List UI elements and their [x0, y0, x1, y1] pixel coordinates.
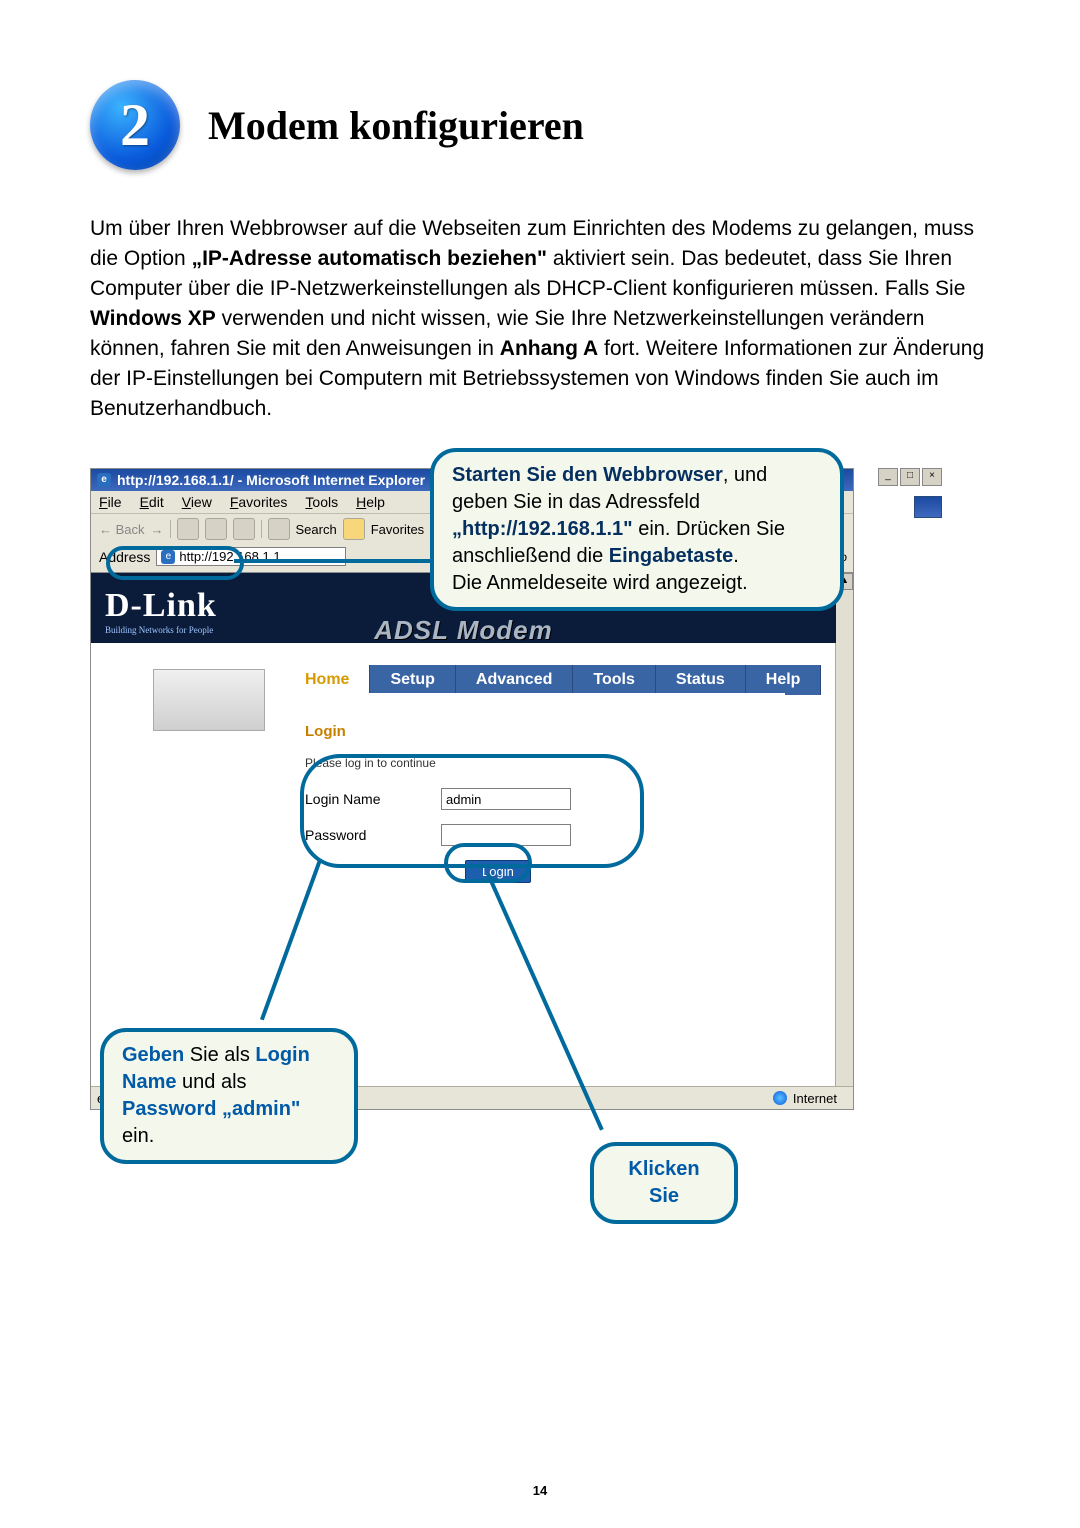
close-icon: × — [922, 468, 942, 486]
tab-strip: Home Setup Advanced Tools Status Help — [285, 665, 821, 695]
page-number: 14 — [0, 1483, 1080, 1498]
login-heading: Login — [305, 723, 765, 740]
tab-home[interactable]: Home — [285, 665, 370, 695]
login-subtext: Please log in to continue — [305, 756, 765, 770]
modem-title: ADSL Modem — [91, 615, 836, 646]
address-label: Address — [99, 549, 150, 565]
tab-advanced[interactable]: Advanced — [456, 665, 573, 695]
tab-help[interactable]: Help — [746, 665, 822, 695]
login-name-label: Login Name — [305, 791, 415, 807]
minimize-icon: _ — [878, 468, 898, 486]
callout-start-browser: Starten Sie den Webbrowser, und geben Si… — [430, 448, 844, 611]
ie-icon: e — [97, 473, 111, 487]
product-image — [153, 669, 265, 731]
menu-view[interactable]: View — [182, 494, 212, 510]
forward-button[interactable]: → — [151, 522, 164, 537]
refresh-icon[interactable] — [205, 518, 227, 540]
login-name-input[interactable] — [441, 788, 571, 810]
browser-title: http://192.168.1.1/ - Microsoft Internet… — [117, 472, 425, 488]
login-form: Login Please log in to continue Login Na… — [285, 693, 785, 913]
callout-click: Klicken Sie — [590, 1142, 738, 1224]
intro-paragraph: Um über Ihren Webbrowser auf die Webseit… — [90, 214, 990, 424]
scrollbar[interactable]: ▲ ▼ — [835, 573, 853, 1110]
tab-status[interactable]: Status — [656, 665, 746, 695]
tab-content: Login Please log in to continue Login Na… — [285, 693, 785, 1073]
status-zone: Internet — [773, 1091, 837, 1106]
menu-help[interactable]: Help — [356, 494, 385, 510]
tab-tools[interactable]: Tools — [573, 665, 655, 695]
tab-setup[interactable]: Setup — [370, 665, 455, 695]
menu-edit[interactable]: Edit — [140, 494, 164, 510]
step-number: 2 — [120, 91, 150, 160]
login-button[interactable]: Login — [465, 860, 531, 883]
connector-1 — [234, 559, 432, 563]
address-input[interactable]: e http://192.168.1.1 — [156, 547, 346, 566]
favorites-label[interactable]: Favorites — [371, 522, 424, 537]
throbber-icon — [914, 496, 942, 518]
screenshot-area: Starten Sie den Webbrowser, und geben Si… — [90, 448, 940, 1098]
step-number-badge: 2 — [90, 80, 180, 170]
callout-credentials: Geben Sie als Login Name und als Passwor… — [100, 1028, 358, 1164]
menu-tools[interactable]: Tools — [305, 494, 338, 510]
maximize-icon: □ — [900, 468, 920, 486]
stop-icon[interactable] — [177, 518, 199, 540]
window-controls-icon: _ □ × — [878, 468, 942, 486]
page-title: Modem konfigurieren — [208, 102, 584, 149]
search-label[interactable]: Search — [296, 522, 337, 537]
search-icon[interactable] — [268, 518, 290, 540]
home-icon[interactable] — [233, 518, 255, 540]
status-zone-text: Internet — [793, 1091, 837, 1106]
password-label: Password — [305, 827, 415, 843]
favorites-icon[interactable] — [343, 518, 365, 540]
globe-icon — [773, 1091, 787, 1105]
page-icon: e — [161, 550, 175, 564]
menu-file[interactable]: File — [99, 494, 122, 510]
back-button[interactable]: ← Back — [99, 522, 145, 537]
menu-favorites[interactable]: Favorites — [230, 494, 288, 510]
password-input[interactable] — [441, 824, 571, 846]
